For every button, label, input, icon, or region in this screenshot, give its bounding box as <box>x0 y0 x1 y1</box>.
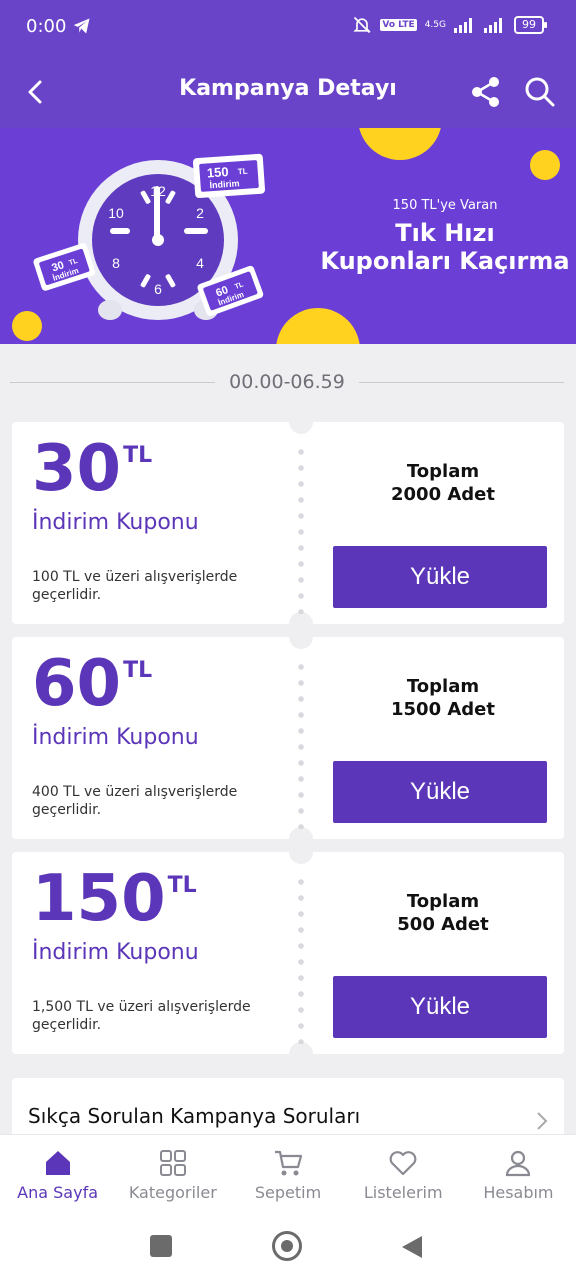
app-bar: Kampanya Detayı <box>0 56 576 128</box>
coupon-perforation <box>298 444 304 614</box>
coupon-amount: 150TL <box>32 862 197 951</box>
campaign-banner[interactable]: 12 2 4 6 8 10 150 TL İndirim 30 TL İndir… <box>0 128 576 344</box>
time-range-divider: 00.00-06.59 <box>10 366 564 398</box>
coupon-label: İndirim Kuponu <box>32 725 199 750</box>
bottom-navigation: Ana Sayfa Kategoriler Sepetim Listelerim… <box>0 1134 576 1214</box>
home-button[interactable] <box>272 1231 302 1261</box>
coupon-perforation <box>298 874 304 1044</box>
time-range-label: 00.00-06.59 <box>229 371 345 393</box>
search-icon[interactable] <box>520 72 560 112</box>
recent-apps-button[interactable] <box>150 1235 172 1257</box>
nav-label: Listelerim <box>363 1183 443 1202</box>
tag-150-amount: 150 <box>206 164 229 180</box>
coupon-total: Toplam 1500 Adet <box>332 675 554 721</box>
system-navigation-bar <box>0 1214 576 1280</box>
coupon-card-150: 150TL İndirim Kuponu 1,500 TL ve üzeri a… <box>12 840 564 1066</box>
battery-indicator: 99 <box>514 16 547 34</box>
signal-icon <box>454 18 472 33</box>
nav-item-home[interactable]: Ana Sayfa <box>0 1135 115 1214</box>
status-bar: 0:00 Vo LTE 4.5G 99 <box>0 0 576 56</box>
coupon-total-count: 1500 Adet <box>391 699 495 720</box>
divider-line-right <box>358 381 564 383</box>
coupon-total-label: Toplam <box>406 676 480 697</box>
tag-150-label: İndirim <box>209 178 240 190</box>
clock-num-6: 6 <box>154 281 162 297</box>
clock-num-12: 12 <box>150 183 166 199</box>
coupon-notch <box>289 625 313 649</box>
coupon-card-60: 60TL İndirim Kuponu 400 TL ve üzeri alış… <box>12 625 564 851</box>
clock-num-4: 4 <box>196 255 204 271</box>
nav-label: Kategoriler <box>128 1183 217 1202</box>
banner-text: 150 TL'ye Varan Tık Hızı Kuponları Kaçır… <box>320 198 570 275</box>
coupon-amount-value: 60 <box>32 647 122 721</box>
tag-150-unit: TL <box>238 167 248 177</box>
volte-badge: Vo LTE <box>380 19 417 31</box>
clock-num-10: 10 <box>108 205 124 221</box>
status-time: 0:00 <box>26 16 67 37</box>
coupon-total: Toplam 500 Adet <box>332 890 554 936</box>
share-icon[interactable] <box>466 72 506 112</box>
network-type: 4.5G <box>424 20 446 30</box>
cart-icon <box>275 1150 303 1176</box>
coupon-total-label: Toplam <box>406 891 480 912</box>
coupon-card-30: 30TL İndirim Kuponu 100 TL ve üzeri alış… <box>12 410 564 636</box>
coupon-total-label: Toplam <box>406 461 480 482</box>
load-coupon-button[interactable]: Yükle <box>333 761 547 823</box>
load-coupon-button[interactable]: Yükle <box>333 976 547 1038</box>
banner-headline-2: Kuponları Kaçırma <box>320 247 570 275</box>
coupon-label: İndirim Kuponu <box>32 940 199 965</box>
coupon-total: Toplam 2000 Adet <box>332 460 554 506</box>
coupon-total-count: 2000 Adet <box>391 484 495 505</box>
telegram-icon <box>73 18 90 34</box>
coupon-notch <box>289 1042 313 1066</box>
home-icon <box>45 1151 70 1175</box>
coupon-amount-value: 30 <box>32 432 122 506</box>
coupon-amount-unit: TL <box>123 658 153 683</box>
coupon-condition: 1,500 TL ve üzeri alışverişlerde geçerli… <box>32 999 251 1033</box>
coupon-amount-unit: TL <box>167 873 197 898</box>
nav-label: Hesabım <box>483 1183 554 1202</box>
system-back-button[interactable] <box>400 1234 424 1260</box>
coupon-total-count: 500 Adet <box>397 914 489 935</box>
banner-headline-1: Tık Hızı <box>395 219 495 247</box>
nav-label: Ana Sayfa <box>17 1183 99 1202</box>
clock-num-8: 8 <box>112 255 120 271</box>
nav-item-account[interactable]: Hesabım <box>461 1135 576 1214</box>
clock-num-2: 2 <box>196 205 204 221</box>
coupon-label: İndirim Kuponu <box>32 510 199 535</box>
nav-label: Sepetim <box>254 1183 322 1202</box>
load-coupon-button[interactable]: Yükle <box>333 546 547 608</box>
nav-item-categories[interactable]: Kategoriler <box>115 1135 230 1214</box>
coupon-perforation <box>298 659 304 829</box>
grid-icon <box>159 1150 186 1176</box>
coupon-notch <box>289 410 313 434</box>
coupon-amount: 60TL <box>32 647 152 736</box>
mute-bell-icon <box>353 16 372 34</box>
coupon-notch <box>289 840 313 864</box>
coupon-amount-value: 150 <box>32 862 166 936</box>
status-icons: Vo LTE 4.5G 99 <box>352 15 547 35</box>
faq-title: Sıkça Sorulan Kampanya Soruları <box>28 1104 361 1128</box>
nav-item-lists[interactable]: Listelerim <box>346 1135 461 1214</box>
signal-icon-2 <box>484 18 502 33</box>
heart-icon <box>389 1151 417 1176</box>
coupon-condition: 100 TL ve üzeri alışverişlerde geçerlidi… <box>32 569 238 603</box>
coupon-condition: 400 TL ve üzeri alışverişlerde geçerlidi… <box>32 784 238 818</box>
nav-item-cart[interactable]: Sepetim <box>230 1135 345 1214</box>
chevron-right-icon <box>537 1112 548 1130</box>
divider-line-left <box>10 381 216 383</box>
banner-subtitle: 150 TL'ye Varan <box>392 198 498 213</box>
coupon-amount-unit: TL <box>123 443 153 468</box>
coupon-amount: 30TL <box>32 432 152 521</box>
user-icon <box>506 1150 531 1177</box>
